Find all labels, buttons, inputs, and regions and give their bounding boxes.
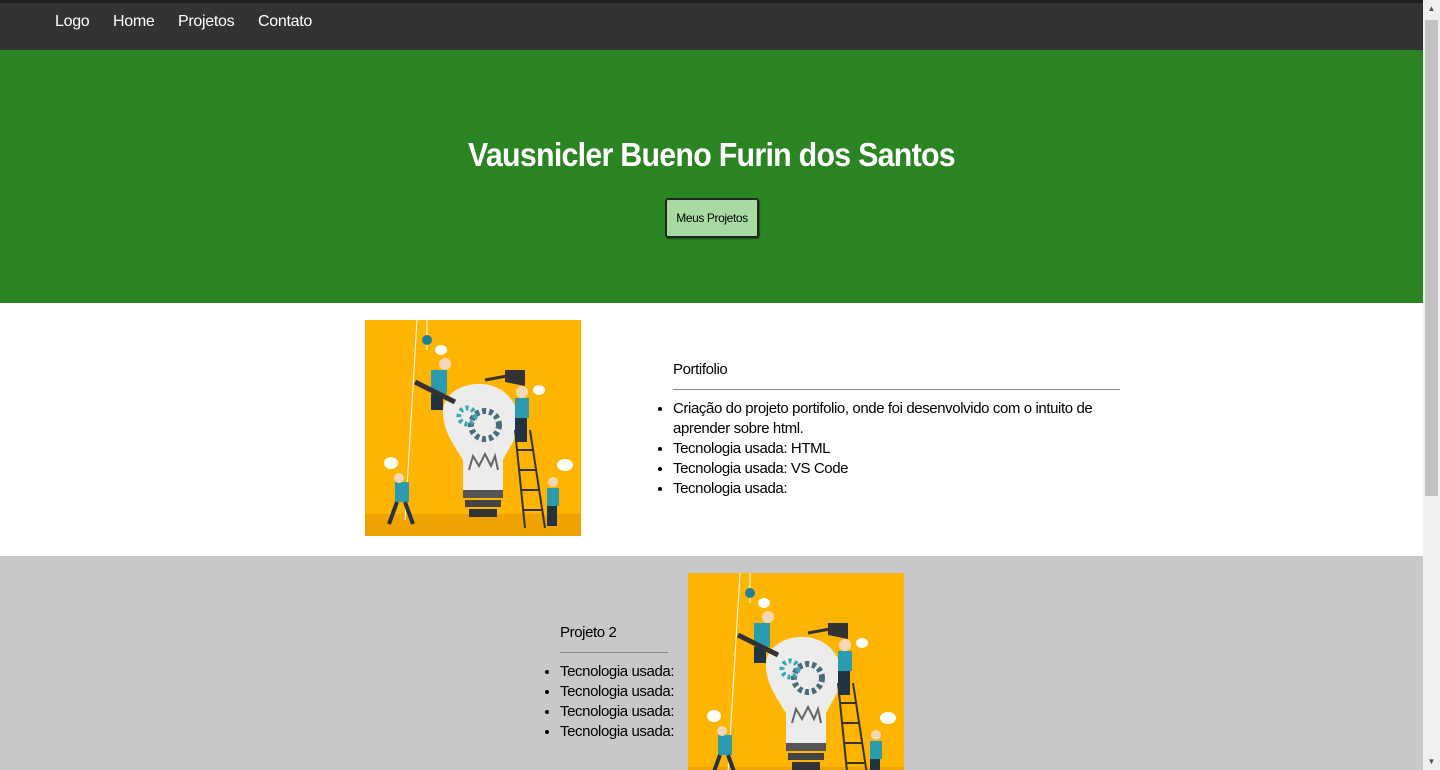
- project-divider: [560, 652, 668, 653]
- hero-title: Vausnicler Bueno Furin dos Santos: [468, 136, 956, 173]
- scroll-down-icon[interactable]: ▼: [1423, 753, 1440, 770]
- list-item: Tecnologia usada: VS Code: [673, 459, 1119, 479]
- nav-projetos[interactable]: Projetos: [178, 13, 235, 31]
- project-tech-list: Tecnologia usada: Tecnologia usada: Tecn…: [541, 662, 700, 742]
- list-item: Tecnologia usada:: [560, 702, 700, 722]
- list-item: Tecnologia usada: HTML: [673, 439, 1119, 459]
- nav-home[interactable]: Home: [113, 13, 155, 31]
- teamwork-lightbulb-illustration: [365, 320, 581, 536]
- scrollbar-thumb[interactable]: [1425, 20, 1438, 496]
- list-item: Tecnologia usada:: [673, 479, 1119, 499]
- hero-banner: Vausnicler Bueno Furin dos Santos Meus P…: [0, 50, 1423, 303]
- top-navbar: Logo Home Projetos Contato: [0, 0, 1423, 50]
- scroll-up-icon[interactable]: ▲: [1423, 0, 1440, 17]
- project-tech-list: Criação do projeto portifolio, onde foi …: [654, 399, 1119, 499]
- list-item: Criação do projeto portifolio, onde foi …: [673, 399, 1119, 439]
- meus-projetos-button[interactable]: Meus Projetos: [665, 198, 759, 238]
- list-item: Tecnologia usada:: [560, 662, 700, 682]
- teamwork-lightbulb-illustration: [688, 573, 904, 770]
- project-divider: [673, 389, 1120, 390]
- project-section-portifolio: Portifolio Criação do projeto portifolio…: [0, 303, 1423, 556]
- list-item: Tecnologia usada:: [560, 682, 700, 702]
- project-title-projeto-2: Projeto 2: [560, 624, 617, 641]
- vertical-scrollbar[interactable]: ▲ ▼: [1423, 0, 1440, 770]
- project-section-projeto-2: Projeto 2 Tecnologia usada: Tecnologia u…: [0, 556, 1423, 770]
- project-title-portifolio: Portifolio: [673, 361, 728, 378]
- page: Logo Home Projetos Contato Vausnicler Bu…: [0, 0, 1423, 770]
- nav-contato[interactable]: Contato: [258, 13, 312, 31]
- list-item: Tecnologia usada:: [560, 722, 700, 742]
- nav-logo[interactable]: Logo: [55, 13, 90, 31]
